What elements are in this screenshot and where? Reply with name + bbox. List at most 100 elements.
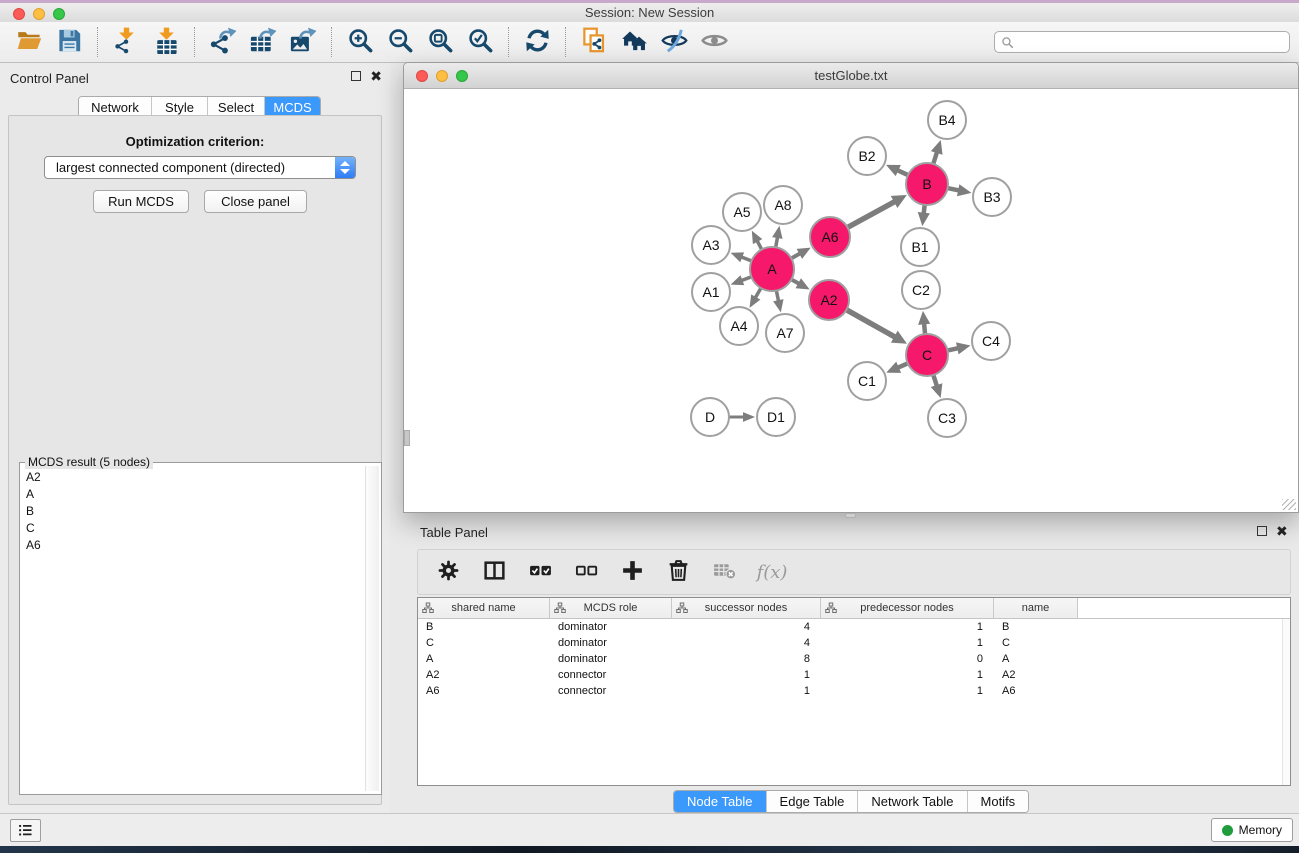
- edge-A-A3[interactable]: [731, 252, 754, 262]
- edge-C-C2[interactable]: [918, 311, 930, 336]
- node-D[interactable]: D: [691, 398, 729, 436]
- cell[interactable]: C: [418, 637, 550, 649]
- edge-A-A8[interactable]: [772, 226, 782, 250]
- table-row[interactable]: Cdominator41C: [418, 635, 1290, 651]
- node-A5[interactable]: A5: [723, 193, 761, 231]
- create-column-button[interactable]: [614, 555, 650, 589]
- column-header-predecessor-nodes[interactable]: predecessor nodes: [821, 598, 994, 618]
- node-D1[interactable]: D1: [757, 398, 795, 436]
- edge-A-A7[interactable]: [773, 289, 783, 313]
- cell[interactable]: 1: [672, 669, 821, 681]
- node-A6[interactable]: A6: [810, 217, 850, 257]
- window-resize-grip[interactable]: [1282, 499, 1296, 510]
- table-row[interactable]: A2connector11A2: [418, 667, 1290, 683]
- zoom-selected-button[interactable]: [462, 25, 498, 59]
- node-C4[interactable]: C4: [972, 322, 1010, 360]
- node-C1[interactable]: C1: [848, 362, 886, 400]
- home-networks-button[interactable]: [616, 25, 652, 59]
- cell[interactable]: 1: [821, 685, 994, 697]
- zoom-in-button[interactable]: [342, 25, 378, 59]
- table-row[interactable]: A6connector11A6: [418, 683, 1290, 699]
- search-box[interactable]: [994, 31, 1290, 53]
- zoom-out-button[interactable]: [382, 25, 418, 59]
- deselect-all-rows-button[interactable]: [568, 555, 604, 589]
- cell[interactable]: 1: [821, 621, 994, 633]
- result-item[interactable]: C: [22, 520, 363, 537]
- delete-column-button[interactable]: [660, 555, 696, 589]
- import-network-button[interactable]: [108, 25, 144, 59]
- network-zoom-button[interactable]: [456, 70, 468, 82]
- network-minimize-button[interactable]: [436, 70, 448, 82]
- task-history-button[interactable]: [10, 819, 41, 842]
- cell[interactable]: A6: [418, 685, 550, 697]
- refresh-layout-button[interactable]: [519, 25, 555, 59]
- cell[interactable]: connector: [550, 685, 672, 697]
- tab-select[interactable]: Select: [208, 97, 265, 117]
- cell[interactable]: 0: [821, 653, 994, 665]
- tab-style[interactable]: Style: [152, 97, 208, 117]
- column-header-successor-nodes[interactable]: successor nodes: [672, 598, 821, 618]
- node-A1[interactable]: A1: [692, 273, 730, 311]
- edge-B-B1[interactable]: [918, 203, 930, 226]
- zoom-fit-button[interactable]: [422, 25, 458, 59]
- node-B3[interactable]: B3: [973, 178, 1011, 216]
- result-item[interactable]: A: [22, 486, 363, 503]
- table-row[interactable]: Bdominator41B: [418, 619, 1290, 635]
- show-column-button[interactable]: [476, 555, 512, 589]
- export-image-button[interactable]: [285, 25, 321, 59]
- cell[interactable]: A2: [994, 669, 1078, 681]
- column-header-shared-name[interactable]: shared name: [418, 598, 550, 618]
- node-A8[interactable]: A8: [764, 186, 802, 224]
- node-B1[interactable]: B1: [901, 228, 939, 266]
- node-A4[interactable]: A4: [720, 307, 758, 345]
- cell[interactable]: dominator: [550, 637, 672, 649]
- cell[interactable]: connector: [550, 669, 672, 681]
- run-mcds-button[interactable]: Run MCDS: [93, 190, 189, 213]
- zoom-window-button[interactable]: [53, 8, 65, 20]
- edge-A-A2[interactable]: [790, 278, 810, 289]
- node-C[interactable]: C: [906, 334, 948, 376]
- result-item[interactable]: A6: [22, 537, 363, 554]
- open-session-button[interactable]: [11, 25, 47, 59]
- result-item[interactable]: A2: [22, 469, 363, 486]
- tab-edge-table[interactable]: Edge Table: [767, 791, 859, 812]
- node-A2[interactable]: A2: [809, 280, 849, 320]
- cell[interactable]: 1: [821, 637, 994, 649]
- tab-node-table[interactable]: Node Table: [674, 791, 767, 812]
- edge-C-C4[interactable]: [946, 342, 971, 354]
- network-close-button[interactable]: [416, 70, 428, 82]
- cell[interactable]: A2: [418, 669, 550, 681]
- float-panel-icon[interactable]: [351, 71, 361, 81]
- node-A7[interactable]: A7: [766, 314, 804, 352]
- table-settings-button[interactable]: [430, 555, 466, 589]
- import-table-button[interactable]: [148, 25, 184, 59]
- search-input[interactable]: [1018, 35, 1283, 49]
- cell[interactable]: A: [994, 653, 1078, 665]
- cell[interactable]: B: [418, 621, 550, 633]
- tab-network[interactable]: Network: [79, 97, 152, 117]
- close-panel-icon[interactable]: ✖: [370, 71, 382, 81]
- tab-mcds[interactable]: MCDS: [265, 97, 320, 117]
- float-table-panel-icon[interactable]: [1257, 526, 1267, 536]
- edge-A2-C[interactable]: [845, 309, 907, 344]
- cell[interactable]: B: [994, 621, 1078, 633]
- close-panel-button[interactable]: Close panel: [204, 190, 307, 213]
- edge-C-C3[interactable]: [931, 373, 943, 398]
- save-session-button[interactable]: [51, 25, 87, 59]
- network-vertical-scrollbar[interactable]: [404, 430, 410, 446]
- select-all-rows-button[interactable]: [522, 555, 558, 589]
- node-A[interactable]: A: [750, 247, 794, 291]
- close-table-panel-icon[interactable]: ✖: [1276, 526, 1288, 536]
- copy-style-button[interactable]: [576, 25, 612, 59]
- edge-A-A6[interactable]: [790, 248, 811, 260]
- node-C3[interactable]: C3: [928, 399, 966, 437]
- cell[interactable]: A6: [994, 685, 1078, 697]
- close-window-button[interactable]: [13, 8, 25, 20]
- tab-network-table[interactable]: Network Table: [858, 791, 967, 812]
- edge-B-B4[interactable]: [931, 140, 943, 166]
- cell[interactable]: C: [994, 637, 1078, 649]
- cell[interactable]: dominator: [550, 653, 672, 665]
- criterion-select[interactable]: largest connected component (directed): [44, 156, 356, 179]
- memory-button[interactable]: Memory: [1211, 818, 1293, 842]
- network-canvas[interactable]: AA1A3A4A5A7A8A6A2BB1B2B3B4CC1C2C3C4DD1: [404, 89, 1298, 512]
